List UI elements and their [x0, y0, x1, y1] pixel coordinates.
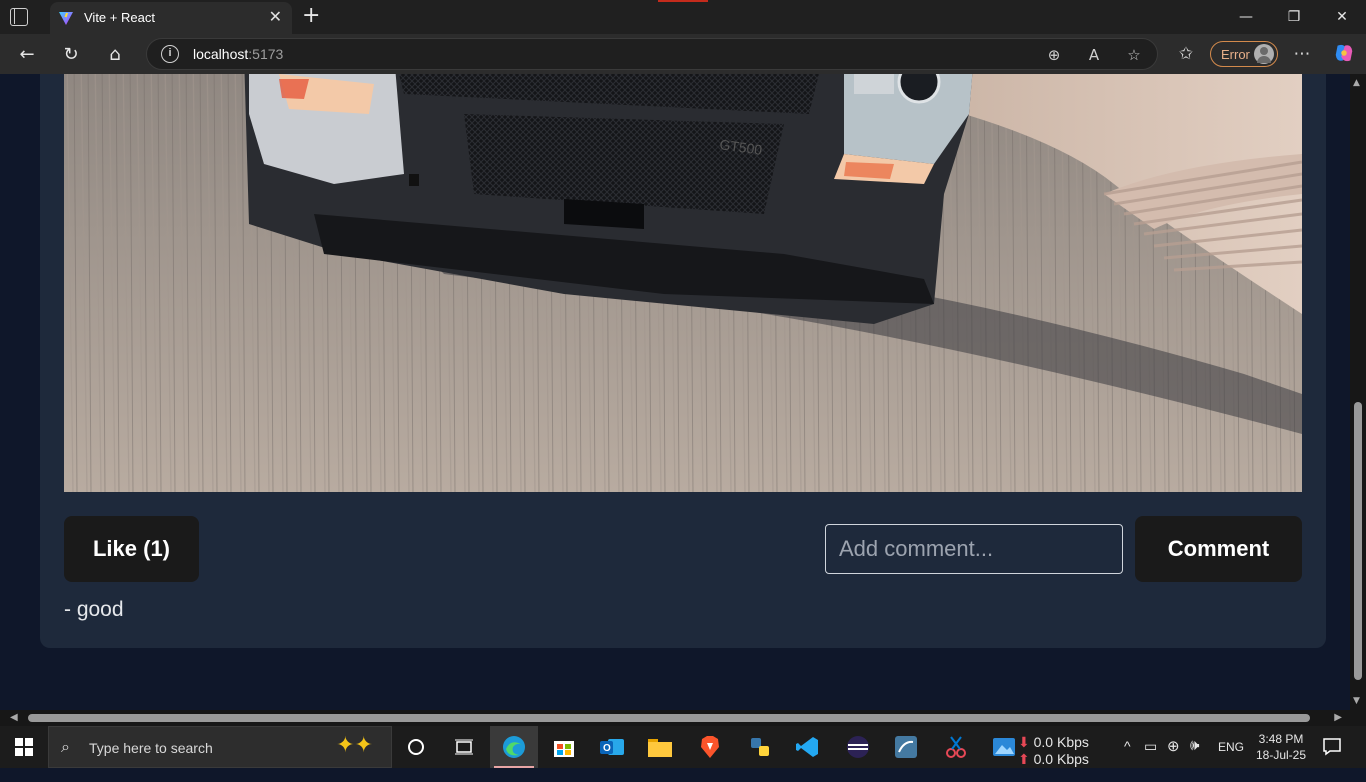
download-arrow-icon: ⬇ [1018, 734, 1030, 750]
snipping-tool-icon[interactable] [932, 726, 980, 768]
widgets-icon[interactable] [440, 726, 488, 768]
file-explorer-icon[interactable] [636, 726, 684, 768]
tab-title: Vite + React [84, 10, 155, 25]
vertical-scrollbar[interactable]: ▲ ▼ [1350, 74, 1366, 710]
profile-status-label: Error [1221, 47, 1250, 62]
vertical-scroll-thumb[interactable] [1354, 402, 1362, 680]
svg-text:O: O [603, 743, 611, 754]
battery-icon[interactable]: ▭ [1144, 738, 1157, 780]
close-window-icon[interactable]: ✕ [1318, 0, 1366, 34]
scroll-up-icon[interactable]: ▲ [1353, 78, 1360, 88]
avatar [1254, 44, 1274, 64]
scroll-left-icon[interactable]: ◀ [10, 712, 18, 723]
refresh-icon[interactable]: ↻ [56, 40, 86, 68]
upload-speed: 0.0 Kbps [1033, 751, 1089, 767]
eclipse-icon[interactable] [834, 726, 882, 768]
scroll-right-icon[interactable]: ▶ [1334, 712, 1342, 723]
read-aloud-icon[interactable]: A [1083, 44, 1105, 66]
comment-input[interactable] [825, 524, 1123, 574]
url-text[interactable]: localhost:5173 [193, 46, 283, 62]
address-bar[interactable]: i localhost:5173 ⊕ A ☆ [146, 38, 1158, 70]
clock[interactable]: 3:48 PM 18-Jul-25 [1254, 731, 1308, 773]
tab-actions-icon[interactable] [10, 8, 28, 26]
minimize-icon[interactable]: — [1222, 0, 1270, 34]
browser-tab[interactable]: Vite + React ✕ [50, 2, 292, 34]
search-placeholder: Type here to search [89, 740, 213, 756]
python-icon[interactable] [736, 726, 784, 768]
scroll-down-icon[interactable]: ▼ [1353, 696, 1360, 706]
browser-titlebar: Vite + React ✕ + — ❐ ✕ [0, 0, 1366, 34]
page-viewport: GT500 Like (1) Comment - good [0, 74, 1366, 710]
horizontal-scroll-thumb[interactable] [28, 714, 1310, 722]
copilot-icon[interactable] [1332, 42, 1356, 64]
zoom-icon[interactable]: ⊕ [1043, 44, 1065, 66]
show-hidden-icons-icon[interactable]: ^ [1124, 738, 1131, 780]
favorites-icon[interactable]: ✩ [1174, 43, 1198, 65]
language-indicator[interactable]: ENG [1218, 740, 1244, 782]
back-icon[interactable]: ← [12, 40, 42, 68]
taskbar-search[interactable]: ⌕ Type here to search ✦✦ [48, 726, 392, 768]
favorite-star-icon[interactable]: ☆ [1123, 44, 1145, 66]
task-view-circle-icon[interactable] [392, 726, 440, 768]
edge-browser-icon[interactable] [490, 726, 538, 768]
like-button[interactable]: Like (1) [64, 516, 199, 582]
vscode-icon[interactable] [784, 726, 832, 768]
download-speed: 0.0 Kbps [1033, 734, 1089, 750]
search-highlight-icon[interactable]: ✦✦ [336, 733, 373, 758]
new-tab-icon[interactable]: + [302, 3, 320, 28]
tab-close-icon[interactable]: ✕ [269, 7, 282, 26]
volume-icon[interactable]: 🕪 [1190, 737, 1199, 779]
comment-item: - good [64, 598, 124, 621]
upload-arrow-icon: ⬆ [1018, 751, 1030, 767]
more-menu-icon[interactable]: ⋯ [1290, 43, 1314, 65]
clock-date: 18-Jul-25 [1255, 748, 1307, 762]
vite-logo-icon [59, 12, 73, 25]
brave-browser-icon[interactable] [686, 726, 734, 768]
site-info-icon[interactable]: i [161, 45, 179, 63]
outlook-icon[interactable]: O [588, 726, 636, 768]
browser-toolbar: ← ↻ ⌂ i localhost:5173 ⊕ A ☆ ✩ Error ⋯ [0, 34, 1366, 74]
clock-time: 3:48 PM [1258, 732, 1304, 746]
comment-button[interactable]: Comment [1135, 516, 1302, 582]
post-card: GT500 Like (1) Comment - good [40, 74, 1326, 648]
network-speed: ⬇ 0.0 Kbps ⬆ 0.0 Kbps [1018, 734, 1089, 776]
restore-icon[interactable]: ❐ [1270, 0, 1318, 34]
mysql-workbench-icon[interactable] [882, 726, 930, 768]
microsoft-store-icon[interactable] [540, 726, 588, 768]
horizontal-scrollbar[interactable]: ◀ ▶ [0, 710, 1366, 726]
window-controls: — ❐ ✕ [1222, 0, 1366, 34]
taskbar: ⌕ Type here to search ✦✦ O ⬇ 0.0 Kbps ⬆ … [0, 726, 1366, 768]
home-icon[interactable]: ⌂ [100, 40, 130, 68]
recording-indicator [658, 0, 708, 2]
search-icon: ⌕ [61, 737, 70, 756]
post-image: GT500 [64, 74, 1302, 492]
notifications-icon[interactable] [1322, 736, 1342, 778]
profile-error-button[interactable]: Error [1210, 41, 1278, 67]
windows-start-icon[interactable] [0, 726, 48, 768]
network-globe-icon[interactable]: ⊕ [1167, 737, 1180, 779]
